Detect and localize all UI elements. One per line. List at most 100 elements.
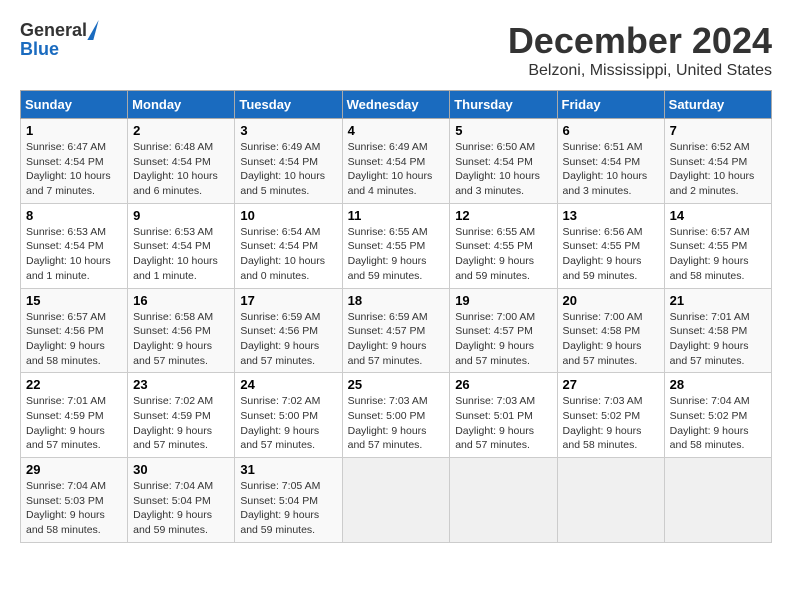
calendar-day-cell: 19 Sunrise: 7:00 AMSunset: 4:57 PMDayligh…: [450, 288, 557, 373]
day-number: 22: [26, 377, 122, 392]
calendar-day-cell: 4 Sunrise: 6:49 AMSunset: 4:54 PMDaylight…: [342, 119, 450, 204]
day-info: Sunrise: 6:49 AMSunset: 4:54 PMDaylight:…: [348, 140, 445, 199]
day-number: 20: [563, 293, 659, 308]
day-number: 11: [348, 208, 445, 223]
weekday-header-thursday: Thursday: [450, 91, 557, 119]
day-number: 25: [348, 377, 445, 392]
day-info: Sunrise: 7:01 AMSunset: 4:59 PMDaylight:…: [26, 394, 122, 453]
calendar-day-cell: 10Sunrise: 6:54 AMSunset: 4:54 PMDayligh…: [235, 203, 342, 288]
calendar-day-cell: 15Sunrise: 6:57 AMSunset: 4:56 PMDayligh…: [21, 288, 128, 373]
day-number: 12: [455, 208, 551, 223]
calendar-day-cell: 21 Sunrise: 7:01 AMSunset: 4:58 PMDayligh…: [664, 288, 771, 373]
day-number: 16: [133, 293, 229, 308]
day-info: Sunrise: 6:56 AMSunset: 4:55 PMDaylight:…: [563, 225, 659, 284]
day-info: Sunrise: 6:53 AMSunset: 4:54 PMDaylight:…: [26, 225, 122, 284]
calendar-day-cell: 24 Sunrise: 7:02 AMSunset: 5:00 PMDayligh…: [235, 373, 342, 458]
calendar-day-cell: 26 Sunrise: 7:03 AMSunset: 5:01 PMDayligh…: [450, 373, 557, 458]
day-info: Sunrise: 7:03 AMSunset: 5:01 PMDaylight:…: [455, 394, 551, 453]
weekday-header-sunday: Sunday: [21, 91, 128, 119]
calendar-day-cell: 22 Sunrise: 7:01 AMSunset: 4:59 PMDayligh…: [21, 373, 128, 458]
day-info: Sunrise: 6:52 AMSunset: 4:54 PMDaylight:…: [670, 140, 766, 199]
day-info: Sunrise: 7:02 AMSunset: 5:00 PMDaylight:…: [240, 394, 336, 453]
calendar-day-cell: 13 Sunrise: 6:56 AMSunset: 4:55 PMDayligh…: [557, 203, 664, 288]
calendar-week-row: 8 Sunrise: 6:53 AMSunset: 4:54 PMDaylight…: [21, 203, 772, 288]
calendar-day-cell: 5Sunrise: 6:50 AMSunset: 4:54 PMDaylight…: [450, 119, 557, 204]
day-info: Sunrise: 6:55 AMSunset: 4:55 PMDaylight:…: [348, 225, 445, 284]
day-number: 21: [670, 293, 766, 308]
day-info: Sunrise: 6:47 AMSunset: 4:54 PMDaylight:…: [26, 140, 122, 199]
day-number: 8: [26, 208, 122, 223]
day-info: Sunrise: 7:03 AMSunset: 5:00 PMDaylight:…: [348, 394, 445, 453]
calendar-day-cell: 17 Sunrise: 6:59 AMSunset: 4:56 PMDayligh…: [235, 288, 342, 373]
calendar-day-cell: 20 Sunrise: 7:00 AMSunset: 4:58 PMDayligh…: [557, 288, 664, 373]
day-info: Sunrise: 7:02 AMSunset: 4:59 PMDaylight:…: [133, 394, 229, 453]
calendar-week-row: 15Sunrise: 6:57 AMSunset: 4:56 PMDayligh…: [21, 288, 772, 373]
day-number: 2: [133, 123, 229, 138]
day-number: 31: [240, 462, 336, 477]
day-number: 24: [240, 377, 336, 392]
calendar-day-cell: 12Sunrise: 6:55 AMSunset: 4:55 PMDayligh…: [450, 203, 557, 288]
logo-blue: Blue: [20, 40, 59, 58]
weekday-header-saturday: Saturday: [664, 91, 771, 119]
weekday-header-friday: Friday: [557, 91, 664, 119]
day-number: 9: [133, 208, 229, 223]
day-number: 28: [670, 377, 766, 392]
day-info: Sunrise: 7:00 AMSunset: 4:57 PMDaylight:…: [455, 310, 551, 369]
day-number: 23: [133, 377, 229, 392]
day-number: 26: [455, 377, 551, 392]
day-info: Sunrise: 6:51 AMSunset: 4:54 PMDaylight:…: [563, 140, 659, 199]
day-info: Sunrise: 7:04 AMSunset: 5:04 PMDaylight:…: [133, 479, 229, 538]
day-number: 19: [455, 293, 551, 308]
day-number: 13: [563, 208, 659, 223]
calendar-week-row: 1 Sunrise: 6:47 AMSunset: 4:54 PMDaylight…: [21, 119, 772, 204]
calendar-day-cell: 31 Sunrise: 7:05 AMSunset: 5:04 PMDayligh…: [235, 458, 342, 543]
calendar-day-cell: 7 Sunrise: 6:52 AMSunset: 4:54 PMDaylight…: [664, 119, 771, 204]
day-number: 3: [240, 123, 336, 138]
empty-cell: [450, 458, 557, 543]
day-info: Sunrise: 6:50 AMSunset: 4:54 PMDaylight:…: [455, 140, 551, 199]
header: General Blue December 2024 Belzoni, Miss…: [20, 20, 772, 80]
calendar-day-cell: 23 Sunrise: 7:02 AMSunset: 4:59 PMDayligh…: [128, 373, 235, 458]
calendar-week-row: 22 Sunrise: 7:01 AMSunset: 4:59 PMDayligh…: [21, 373, 772, 458]
calendar-day-cell: 6 Sunrise: 6:51 AMSunset: 4:54 PMDaylight…: [557, 119, 664, 204]
day-number: 7: [670, 123, 766, 138]
calendar-day-cell: 28 Sunrise: 7:04 AMSunset: 5:02 PMDayligh…: [664, 373, 771, 458]
day-info: Sunrise: 7:03 AMSunset: 5:02 PMDaylight:…: [563, 394, 659, 453]
day-info: Sunrise: 7:05 AMSunset: 5:04 PMDaylight:…: [240, 479, 336, 538]
day-info: Sunrise: 6:59 AMSunset: 4:56 PMDaylight:…: [240, 310, 336, 369]
calendar-day-cell: 14Sunrise: 6:57 AMSunset: 4:55 PMDayligh…: [664, 203, 771, 288]
calendar-day-cell: 8 Sunrise: 6:53 AMSunset: 4:54 PMDaylight…: [21, 203, 128, 288]
day-number: 27: [563, 377, 659, 392]
calendar-day-cell: 2Sunrise: 6:48 AMSunset: 4:54 PMDaylight…: [128, 119, 235, 204]
calendar-day-cell: 27 Sunrise: 7:03 AMSunset: 5:02 PMDayligh…: [557, 373, 664, 458]
day-number: 29: [26, 462, 122, 477]
weekday-header-monday: Monday: [128, 91, 235, 119]
day-number: 4: [348, 123, 445, 138]
day-info: Sunrise: 7:04 AMSunset: 5:02 PMDaylight:…: [670, 394, 766, 453]
day-info: Sunrise: 6:57 AMSunset: 4:56 PMDaylight:…: [26, 310, 122, 369]
calendar-day-cell: 25 Sunrise: 7:03 AMSunset: 5:00 PMDayligh…: [342, 373, 450, 458]
calendar-week-row: 29Sunrise: 7:04 AMSunset: 5:03 PMDayligh…: [21, 458, 772, 543]
day-info: Sunrise: 7:01 AMSunset: 4:58 PMDaylight:…: [670, 310, 766, 369]
day-info: Sunrise: 7:00 AMSunset: 4:58 PMDaylight:…: [563, 310, 659, 369]
page-subtitle: Belzoni, Mississippi, United States: [508, 62, 772, 80]
day-number: 17: [240, 293, 336, 308]
calendar-day-cell: 30 Sunrise: 7:04 AMSunset: 5:04 PMDayligh…: [128, 458, 235, 543]
calendar-header-row: SundayMondayTuesdayWednesdayThursdayFrid…: [21, 91, 772, 119]
empty-cell: [664, 458, 771, 543]
day-number: 18: [348, 293, 445, 308]
day-number: 10: [240, 208, 336, 223]
calendar-day-cell: 18 Sunrise: 6:59 AMSunset: 4:57 PMDayligh…: [342, 288, 450, 373]
day-info: Sunrise: 6:59 AMSunset: 4:57 PMDaylight:…: [348, 310, 445, 369]
day-number: 1: [26, 123, 122, 138]
day-info: Sunrise: 6:53 AMSunset: 4:54 PMDaylight:…: [133, 225, 229, 284]
calendar-table: SundayMondayTuesdayWednesdayThursdayFrid…: [20, 90, 772, 543]
empty-cell: [557, 458, 664, 543]
logo-general: General: [20, 21, 87, 39]
day-number: 6: [563, 123, 659, 138]
calendar-day-cell: 16Sunrise: 6:58 AMSunset: 4:56 PMDayligh…: [128, 288, 235, 373]
calendar-day-cell: 3Sunrise: 6:49 AMSunset: 4:54 PMDaylight…: [235, 119, 342, 204]
title-area: December 2024 Belzoni, Mississippi, Unit…: [508, 20, 772, 80]
calendar-day-cell: 11 Sunrise: 6:55 AMSunset: 4:55 PMDayligh…: [342, 203, 450, 288]
day-number: 30: [133, 462, 229, 477]
